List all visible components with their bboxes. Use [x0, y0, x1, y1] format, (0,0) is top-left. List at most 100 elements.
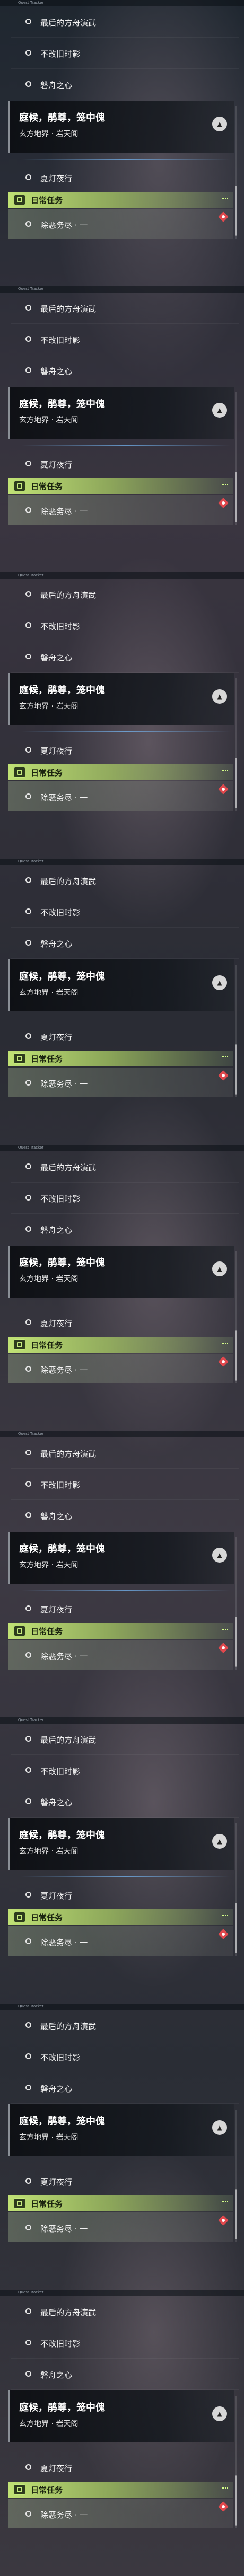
sub-quest-label: 最后的方舟演武	[40, 877, 97, 886]
tracked-quest-item[interactable]: 夏灯夜行	[11, 2452, 233, 2482]
tracked-quest-item[interactable]: 夏灯夜行	[11, 1593, 233, 1623]
sub-quest-item[interactable]: 磐舟之心	[11, 1500, 239, 1531]
daily-quest-item[interactable]: 除恶务尽 · 一	[8, 1354, 233, 1383]
quest-circle-icon	[25, 50, 31, 56]
scrollbar-thumb[interactable]	[235, 758, 237, 808]
scrollbar-thumb[interactable]	[235, 472, 237, 522]
sub-quest-item[interactable]: 不改旧时影	[11, 2327, 239, 2359]
sub-quest-item[interactable]: 不改旧时影	[11, 1183, 239, 1214]
main-quest-card[interactable]: 庭候，鹃尊，笼中傀 玄方地界 · 岩天阁 ▲	[8, 387, 234, 439]
scrollbar-track[interactable]	[235, 106, 237, 239]
main-quest-card[interactable]: 庭候，鹃尊，笼中傀 玄方地界 · 岩天阁 ▲	[8, 2104, 234, 2156]
main-quest-card[interactable]: 庭候，鹃尊，笼中傀 玄方地界 · 岩天阁 ▲	[8, 2390, 234, 2442]
collapse-chevron-up-icon[interactable]: ▲	[212, 2406, 227, 2421]
scrollbar-thumb[interactable]	[235, 1617, 237, 1667]
sub-quest-item[interactable]: 最后的方舟演武	[11, 6, 239, 38]
daily-quest-header[interactable]: 日常任务	[8, 1623, 233, 1639]
sub-quest-label: 磐舟之心	[40, 1512, 73, 1521]
daily-quest-item[interactable]: 除恶务尽 · 一	[8, 781, 233, 811]
sub-quest-item[interactable]: 最后的方舟演武	[11, 865, 239, 896]
daily-quest-header[interactable]: 日常任务	[8, 764, 233, 780]
sub-quest-item[interactable]: 不改旧时影	[11, 610, 239, 641]
scrollbar-thumb[interactable]	[235, 1044, 237, 1095]
daily-quest-icon	[14, 2198, 25, 2209]
daily-quest-item[interactable]: 除恶务尽 · 一	[8, 2499, 233, 2528]
sub-quest-item[interactable]: 不改旧时影	[11, 324, 239, 355]
main-quest-card[interactable]: 庭候，鹃尊，笼中傀 玄方地界 · 岩天阁 ▲	[8, 673, 234, 725]
scrollbar-thumb[interactable]	[235, 1330, 237, 1381]
scrollbar-track[interactable]	[235, 965, 237, 1097]
tracked-quest-item[interactable]: 夏灯夜行	[11, 735, 233, 764]
scrollbar-thumb[interactable]	[235, 1903, 237, 1953]
collapse-chevron-up-icon[interactable]: ▲	[212, 1261, 227, 1276]
sub-quest-item[interactable]: 不改旧时影	[11, 1469, 239, 1500]
scrollbar-thumb[interactable]	[235, 2189, 237, 2239]
tracked-quest-item[interactable]: 夏灯夜行	[11, 1021, 233, 1051]
scrollbar-track[interactable]	[235, 678, 237, 811]
sub-quest-item[interactable]: 最后的方舟演武	[11, 293, 239, 324]
collapse-chevron-up-icon[interactable]: ▲	[212, 117, 227, 131]
tracked-quest-item[interactable]: 夏灯夜行	[11, 1880, 233, 1909]
sub-quest-item[interactable]: 磐舟之心	[11, 69, 239, 100]
collapse-chevron-up-icon[interactable]: ▲	[212, 1834, 227, 1849]
sub-quest-item[interactable]: 最后的方舟演武	[11, 1724, 239, 1755]
quest-circle-icon	[25, 2053, 31, 2059]
tracked-quest-item[interactable]: 夏灯夜行	[11, 448, 233, 478]
scrollbar-track[interactable]	[235, 1537, 237, 1670]
sub-quest-item[interactable]: 磐舟之心	[11, 2359, 239, 2390]
daily-quest-header[interactable]: 日常任务	[8, 1337, 233, 1353]
scrollbar-thumb[interactable]	[235, 186, 237, 236]
daily-quest-item[interactable]: 除恶务尽 · 一	[8, 495, 233, 525]
main-quest-card[interactable]: 庭候，鹃尊，笼中傀 玄方地界 · 岩天阁 ▲	[8, 101, 234, 153]
daily-quest-header[interactable]: 日常任务	[8, 2482, 233, 2498]
sub-quest-item[interactable]: 最后的方舟演武	[11, 2296, 239, 2327]
sub-quest-item[interactable]: 磐舟之心	[11, 1214, 239, 1245]
sub-quest-item[interactable]: 磐舟之心	[11, 355, 239, 386]
daily-quest-header[interactable]: 日常任务	[8, 2195, 233, 2211]
scrollbar-track[interactable]	[235, 1823, 237, 1956]
tracked-quest-item[interactable]: 夏灯夜行	[11, 162, 233, 192]
sub-quest-item[interactable]: 不改旧时影	[11, 38, 239, 69]
scrollbar-track[interactable]	[235, 1251, 237, 1383]
sub-quest-item[interactable]: 最后的方舟演武	[11, 1437, 239, 1469]
main-quest-card[interactable]: 庭候，鹃尊，笼中傀 玄方地界 · 岩天阁 ▲	[8, 1818, 234, 1870]
collapse-chevron-up-icon[interactable]: ▲	[212, 975, 227, 990]
main-quest-card[interactable]: 庭候，鹃尊，笼中傀 玄方地界 · 岩天阁 ▲	[8, 959, 234, 1011]
main-quest-card[interactable]: 庭候，鹃尊，笼中傀 玄方地界 · 岩天阁 ▲	[8, 1532, 234, 1584]
scrollbar-track[interactable]	[235, 392, 237, 525]
main-quest-location: 玄方地界 · 岩天阁	[19, 702, 79, 711]
daily-quest-item[interactable]: 除恶务尽 · 一	[8, 2212, 233, 2242]
tracked-quest-item[interactable]: 夏灯夜行	[11, 2166, 233, 2195]
scrollbar-track[interactable]	[235, 2110, 237, 2242]
daily-quest-item[interactable]: 除恶务尽 · 一	[8, 1640, 233, 1670]
daily-quest-header[interactable]: 日常任务	[8, 478, 233, 494]
collapse-chevron-up-icon[interactable]: ▲	[212, 689, 227, 704]
daily-quest-header[interactable]: 日常任务	[8, 192, 233, 208]
sub-quest-item[interactable]: 磐舟之心	[11, 641, 239, 673]
main-quest-card[interactable]: 庭候，鹃尊，笼中傀 玄方地界 · 岩天阁 ▲	[8, 1246, 234, 1298]
sub-quest-item[interactable]: 最后的方舟演武	[11, 2010, 239, 2041]
sub-quest-item[interactable]: 磐舟之心	[11, 2072, 239, 2104]
daily-quest-item[interactable]: 除恶务尽 · 一	[8, 1068, 233, 1097]
quest-circle-icon	[25, 1481, 31, 1487]
sub-quest-item[interactable]: 磐舟之心	[11, 1786, 239, 1818]
daily-quest-item[interactable]: 除恶务尽 · 一	[8, 1926, 233, 1956]
daily-quest-header[interactable]: 日常任务	[8, 1909, 233, 1925]
daily-quest-icon	[14, 1339, 25, 1350]
quest-circle-icon	[25, 81, 31, 87]
collapse-chevron-up-icon[interactable]: ▲	[212, 2120, 227, 2135]
sub-quest-item[interactable]: 最后的方舟演武	[11, 579, 239, 610]
daily-quest-header[interactable]: 日常任务	[8, 1051, 233, 1066]
collapse-chevron-up-icon[interactable]: ▲	[212, 403, 227, 418]
sub-quest-item[interactable]: 最后的方舟演武	[11, 1151, 239, 1183]
daily-quest-item[interactable]: 除恶务尽 · 一	[8, 209, 233, 239]
scrollbar-thumb[interactable]	[235, 2475, 237, 2526]
daily-quest-header-label: 日常任务	[31, 1340, 63, 1350]
tracked-quest-item[interactable]: 夏灯夜行	[11, 1307, 233, 1337]
collapse-chevron-up-icon[interactable]: ▲	[212, 1548, 227, 1563]
sub-quest-item[interactable]: 不改旧时影	[11, 1755, 239, 1786]
sub-quest-item[interactable]: 不改旧时影	[11, 896, 239, 928]
sub-quest-item[interactable]: 磐舟之心	[11, 928, 239, 959]
scrollbar-track[interactable]	[235, 2396, 237, 2528]
sub-quest-item[interactable]: 不改旧时影	[11, 2041, 239, 2072]
